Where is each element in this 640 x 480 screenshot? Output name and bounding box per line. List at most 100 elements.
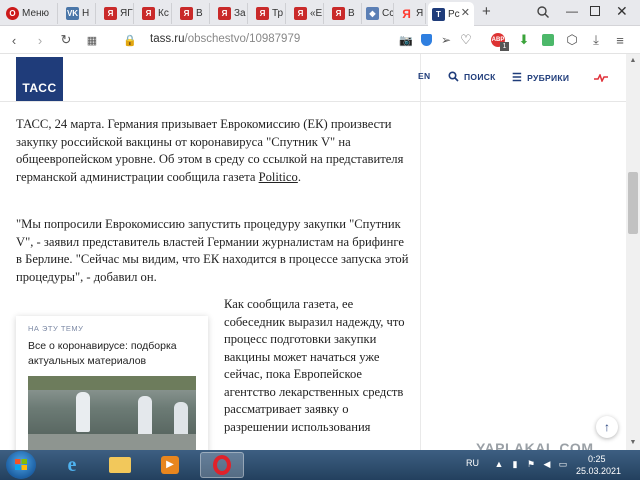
url-path: /obschestvo/10987979 [184,33,301,45]
tab-yaplakal-2[interactable]: Я Кс [138,3,172,24]
related-eyebrow: НА ЭТУ ТЕМУ [28,324,84,333]
scroll-thumb[interactable] [628,172,638,234]
tass-icon: T [432,7,445,21]
download-icon[interactable]: ⬇ [516,32,532,48]
search-link[interactable]: ПОИСК [448,71,496,82]
taskbar-file-explorer[interactable] [98,452,142,478]
yaplakal-icon: Я [294,7,307,20]
tab-label: Тр [272,8,284,19]
arrow-up-icon: ↑ [604,420,610,434]
taskbar-internet-explorer[interactable]: e [50,452,94,478]
close-tab-icon[interactable]: ✕ [461,6,470,19]
folder-icon [109,457,131,473]
article-paragraph-2: "Мы попросили Еврокомиссию запустить про… [16,217,409,284]
tab-shield[interactable]: ◆ Сс [362,3,394,24]
monitor-icon[interactable]: ▭ [558,459,568,469]
windows-logo-icon [15,459,27,470]
search-icon [448,71,459,82]
tab-label: Сс [382,8,394,19]
tab-label: ЯГ [120,8,133,19]
lang-switch[interactable]: EN [418,71,430,81]
internet-explorer-icon: e [67,453,77,476]
cube-icon[interactable]: ⬡ [564,32,580,48]
reload-icon[interactable]: ↻ [58,32,74,48]
yaplakal-icon: Я [180,7,193,20]
heart-icon[interactable]: ♡ [458,32,474,48]
clock-time[interactable]: 0:25 [588,454,606,464]
site-logo[interactable]: ТАСС [16,57,63,101]
tab-label: Рс [448,8,460,20]
send-icon[interactable]: ➢ [438,32,454,48]
minimize-icon[interactable]: — [566,4,578,18]
volume-icon[interactable]: ◀ [542,459,552,469]
taskbar: e ▶ RU ▲ ▮ ⚑ ◀ ▭ 0:25 25.03.2021 [0,450,640,480]
tab-yaplakal-4[interactable]: Я За [214,3,248,24]
politico-link[interactable]: Politico [259,170,298,184]
article-paragraph-3: Как сообщила газета, ее собеседник выраз… [224,297,405,434]
opera-icon: O [6,7,19,20]
vk-icon: VK [66,7,79,20]
tab-label: Меню [22,8,50,19]
hamburger-icon: ☰ [512,72,523,84]
clock-date[interactable]: 25.03.2021 [576,466,621,476]
taskbar-opera[interactable] [200,452,244,478]
url-field[interactable]: tass.ru/obschestvo/10987979 [150,33,300,45]
url-host: tass.ru [150,33,185,45]
pulse-icon[interactable] [594,74,608,82]
new-tab-button[interactable]: + [482,3,491,20]
tab-search-icon[interactable] [536,5,550,19]
yaplakal-icon: Я [142,7,155,20]
yaplakal-icon: Я [218,7,231,20]
yaplakal-icon: Я [104,7,117,20]
tab-label: Я [416,8,424,19]
media-player-icon: ▶ [161,456,179,474]
taskbar-media-player[interactable]: ▶ [148,452,192,478]
page-scrollbar[interactable]: ▲ ▼ [626,54,640,450]
flag-icon[interactable]: ⚑ [526,459,536,469]
related-card[interactable]: НА ЭТУ ТЕМУ Все о коронавирусе: подборка… [16,316,208,450]
speed-dial-icon[interactable]: ▦ [84,32,100,48]
related-photo[interactable] [28,376,196,450]
tab-opera-menu[interactable]: O Меню [2,3,58,24]
tab-strip: O Меню VK Н Я ЯГ Я Кс Я В Я За Я Тр Я «Е… [0,0,640,26]
related-title[interactable]: Все о коронавирусе: подборка актуальных … [28,339,196,369]
tab-vk[interactable]: VK Н [62,3,96,24]
back-icon[interactable]: ‹ [6,32,22,48]
close-window-icon[interactable]: ✕ [616,3,628,20]
vpn-shield-icon[interactable] [418,32,434,48]
camera-icon[interactable]: 📷 [398,32,414,48]
tab-yaplakal-1[interactable]: Я ЯГ [100,3,134,24]
snapshot-icon[interactable]: ⤓ [588,32,604,48]
shield-icon: ◆ [366,7,379,20]
network-icon[interactable]: ▮ [510,459,520,469]
yaplakal-icon: Я [332,7,345,20]
site-header: ТАСС EN ПОИСК ☰ РУБРИКИ [0,54,626,102]
tab-yaplakal-7[interactable]: Я В [328,3,362,24]
tab-yaplakal-3[interactable]: Я В [176,3,210,24]
menu-icon[interactable]: ≡ [612,32,628,48]
opera-icon [213,455,231,475]
rubrics-label: РУБРИКИ [527,72,570,83]
tab-label: Кс [158,8,169,19]
lock-icon: 🔒 [123,34,137,47]
scroll-to-top-button[interactable]: ↑ [596,416,618,438]
forward-icon[interactable]: › [32,32,48,48]
tab-yaplakal-5[interactable]: Я Тр [252,3,286,24]
tab-tass[interactable]: T Рс ✕ [428,2,474,26]
maximize-icon[interactable] [590,6,600,16]
tab-yandex[interactable]: Я Я [396,3,426,24]
search-label: ПОИСК [464,71,496,82]
web-page: ТАСС EN ПОИСК ☰ РУБРИКИ ТАСС, 24 марта. … [0,54,626,450]
tab-label: За [234,8,246,19]
tab-yaplakal-6[interactable]: Я «Е [290,3,324,24]
extension-badge: 1 [500,42,509,51]
tray-arrow-icon[interactable]: ▲ [494,459,504,469]
language-indicator[interactable]: RU [466,458,479,468]
tab-label: Н [82,8,90,19]
scroll-down-arrow[interactable]: ▼ [626,436,640,450]
extension-icon[interactable] [540,32,556,48]
article-paragraph-1: ТАСС, 24 марта. Германия призывает Еврок… [16,117,404,184]
scroll-up-arrow[interactable]: ▲ [626,54,640,68]
start-button[interactable] [6,451,36,479]
rubrics-link[interactable]: ☰ РУБРИКИ [512,71,569,84]
